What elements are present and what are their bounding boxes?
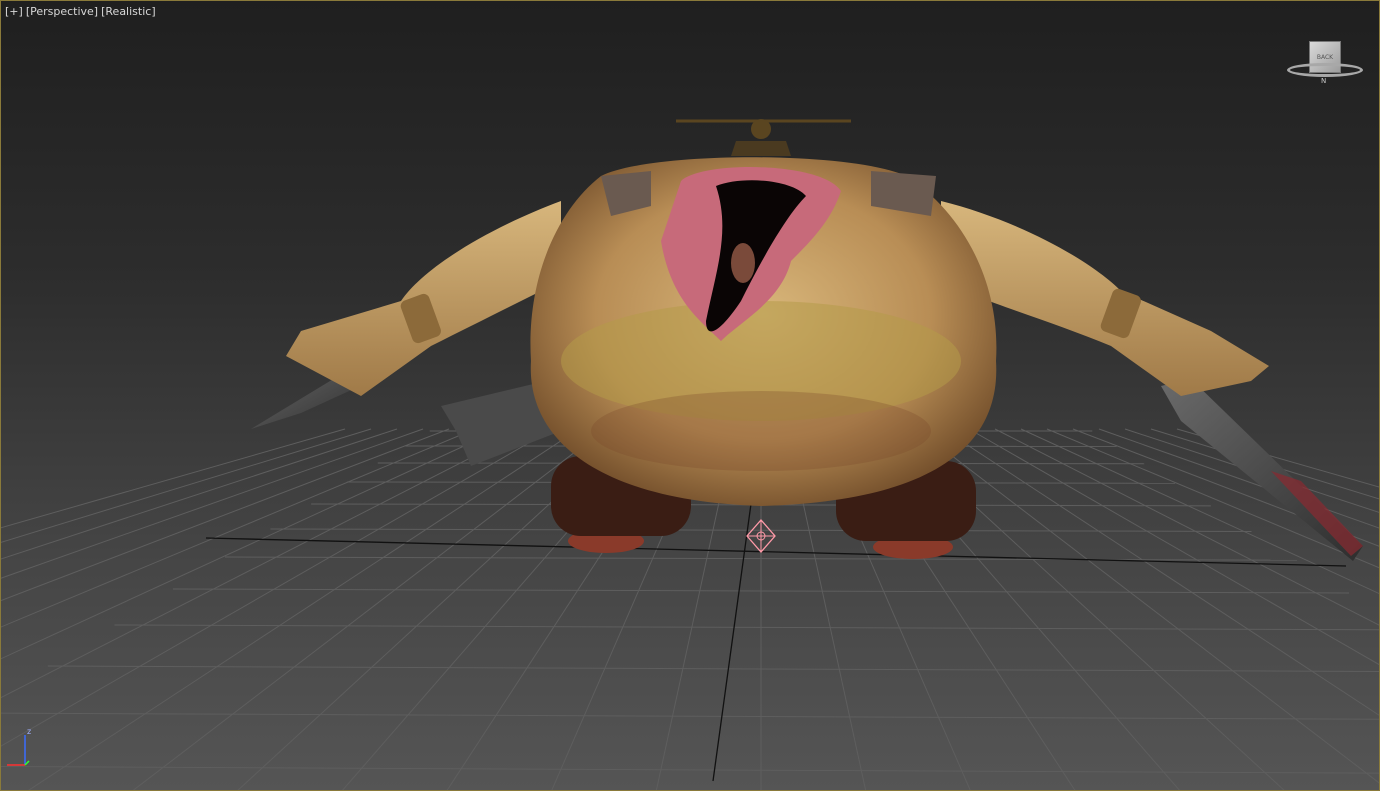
grid-line [47,665,1379,672]
grid-line [1,428,554,747]
viewcube-icon[interactable]: BACK N [1285,37,1369,89]
grid-line [1,428,528,699]
grid-line [1,712,1379,720]
grid-line [1,428,502,660]
viewport-menu-plus[interactable]: [+] [5,5,23,18]
character-model[interactable] [251,119,1363,561]
viewport-shading-label[interactable]: [Realistic] [101,5,156,18]
axis-tripod-icon: z [3,727,43,771]
axis-z-label: z [27,727,32,736]
viewport-labels: [+] [Perspective] [Realistic] [5,5,156,18]
grid-line [132,428,606,790]
grid-line [114,624,1379,631]
viewcube-compass-ring[interactable] [1287,63,1363,77]
grid-line [1,428,398,560]
pivot-gizmo-icon[interactable] [746,519,776,553]
scene-canvas[interactable] [1,1,1380,791]
right-blade-blood [1271,471,1363,556]
grid-line [1,428,372,543]
grid-line [1,766,1379,774]
grid-line [1,428,424,579]
viewcube-compass-label: N [1321,77,1327,85]
viewport-view-label[interactable]: [Perspective] [26,5,98,18]
perspective-viewport[interactable]: [+] [Perspective] [Realistic] BACK N z [0,0,1380,791]
grid-line [28,428,580,790]
